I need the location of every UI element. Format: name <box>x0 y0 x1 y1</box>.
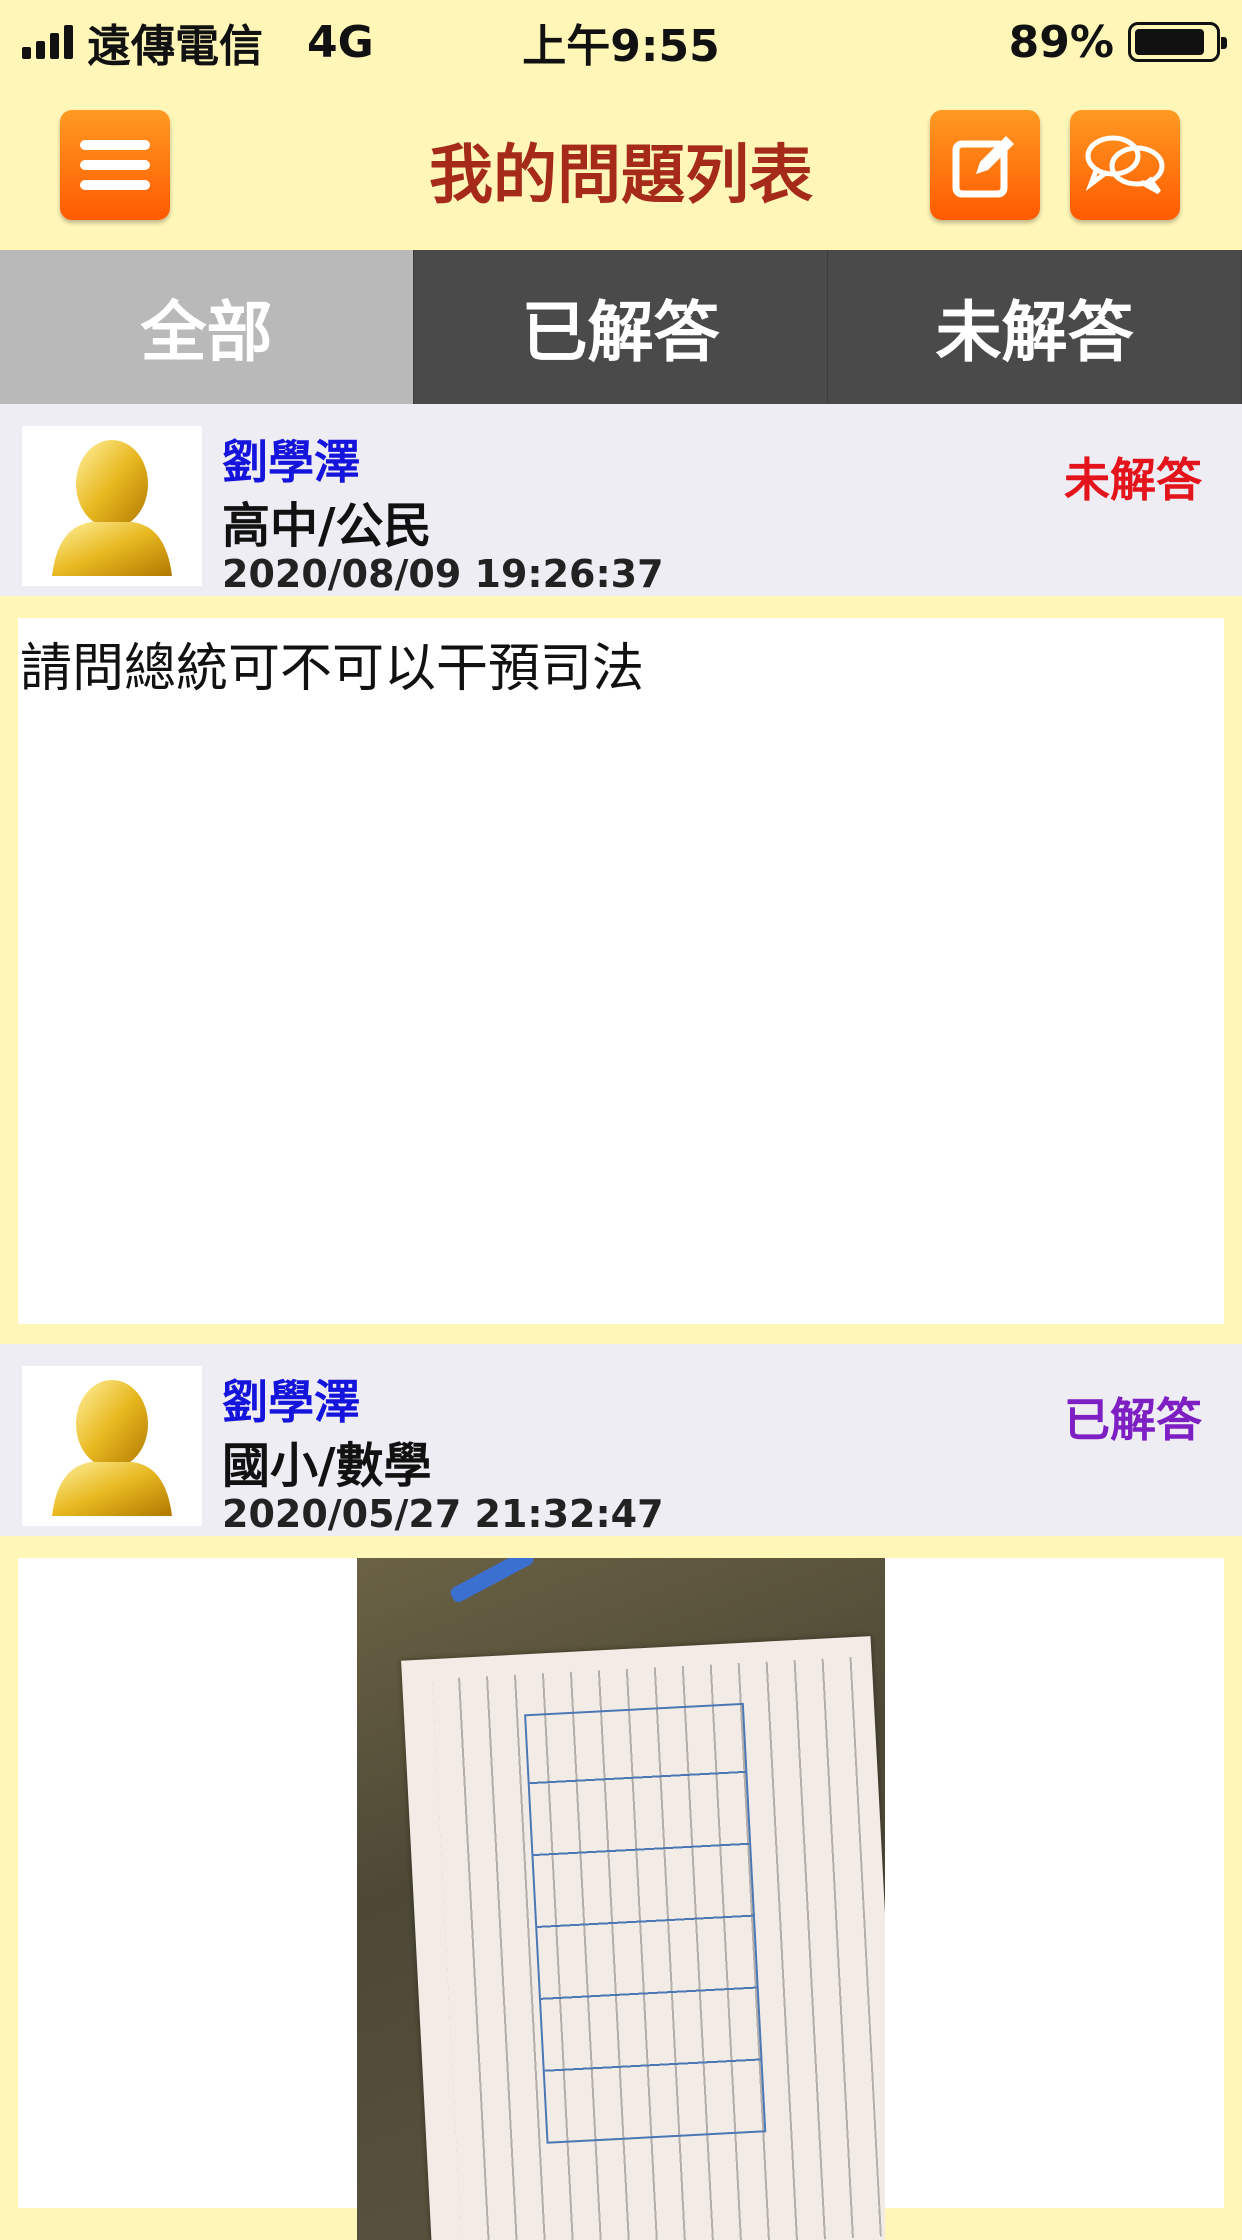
clock: 上午9:55 <box>522 21 720 72</box>
tab-all[interactable]: 全部 <box>0 250 414 404</box>
status-right: 89% <box>1008 16 1227 68</box>
asker-name: 劉學澤 <box>222 1375 360 1429</box>
question-time: 2020/05/27 21:32:47 <box>222 1492 664 1536</box>
status-left: 遠傳電信 4G <box>22 10 374 74</box>
nav-bar: 我的問題列表 <box>0 84 1242 250</box>
signal-icon <box>22 25 73 59</box>
compose-icon <box>952 136 1014 198</box>
chat-button[interactable] <box>1070 110 1180 220</box>
avatar <box>22 426 202 586</box>
user-icon <box>52 440 172 576</box>
question-body[interactable] <box>18 1558 1224 2240</box>
battery-percent: 89% <box>1008 16 1114 68</box>
network-label: 4G <box>307 16 374 68</box>
question-time: 2020/08/09 19:26:37 <box>222 552 664 596</box>
carrier-label: 遠傳電信 <box>87 21 263 72</box>
question-header[interactable]: 劉學澤 高中/公民 2020/08/09 19:26:37 未解答 <box>0 404 1242 596</box>
question-subject: 國小/數學 <box>222 1438 432 1494</box>
question-photo[interactable] <box>357 1558 885 2240</box>
question-header[interactable]: 劉學澤 國小/數學 2020/05/27 21:32:47 已解答 <box>0 1344 1242 1536</box>
textbook-page-image <box>401 1636 885 2240</box>
filter-tabs: 全部 已解答 未解答 <box>0 250 1242 404</box>
asker-name: 劉學澤 <box>222 435 360 489</box>
status-badge: 未解答 <box>1064 453 1202 507</box>
status-bar: 遠傳電信 4G 上午9:55 89% <box>0 0 1242 84</box>
page-title: 我的問題列表 <box>429 139 813 213</box>
question-text: 請問總統可不可以干預司法 <box>20 639 645 699</box>
status-badge: 已解答 <box>1064 1393 1202 1447</box>
user-icon <box>52 1380 172 1516</box>
battery-icon <box>1128 22 1227 62</box>
avatar <box>22 1366 202 1526</box>
tab-unanswered[interactable]: 未解答 <box>828 250 1242 404</box>
tab-answered[interactable]: 已解答 <box>414 250 828 404</box>
question-body[interactable]: 請問總統可不可以干預司法 <box>18 618 1224 1324</box>
question-subject: 高中/公民 <box>222 498 432 554</box>
chat-icon <box>1085 135 1165 195</box>
pen-image <box>448 1558 536 1605</box>
compose-button[interactable] <box>930 110 1040 220</box>
